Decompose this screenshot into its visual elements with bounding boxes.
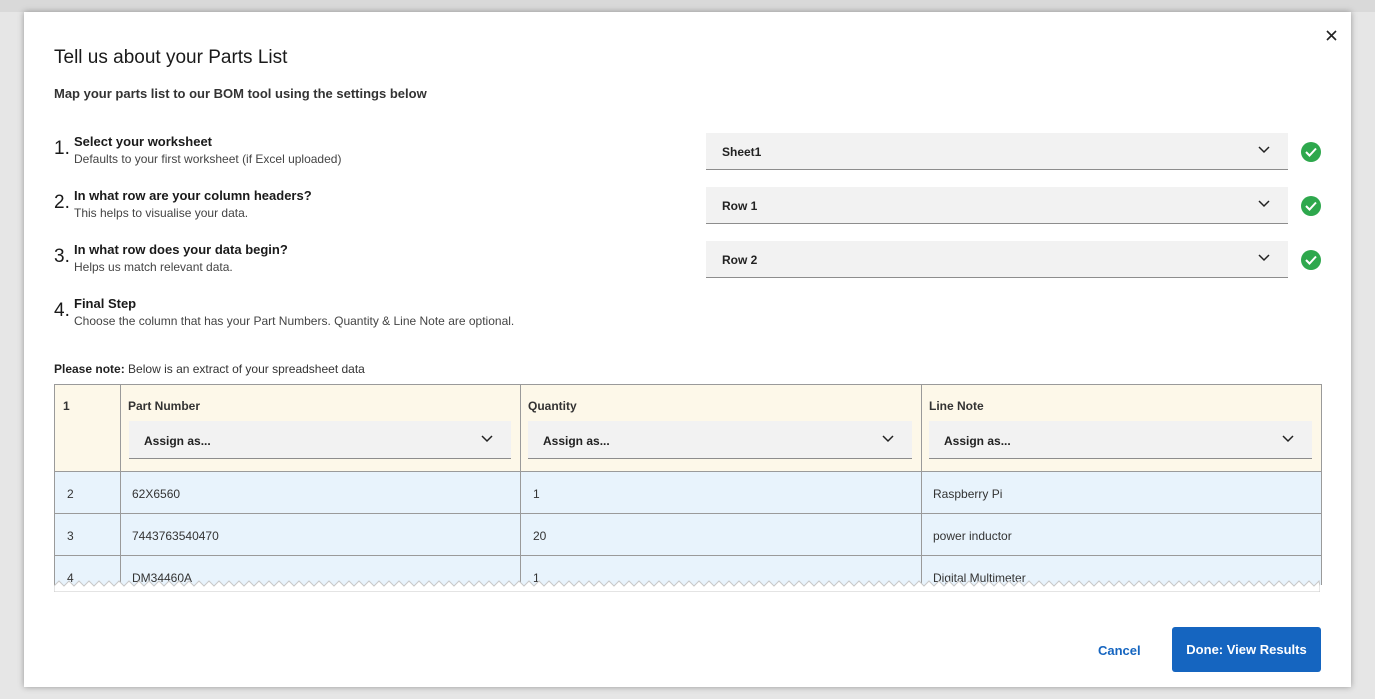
table-row: 3 7443763540470 20 power inductor (55, 514, 1321, 556)
step-title: Select your worksheet (74, 134, 212, 149)
table-truncation-edge (54, 579, 1320, 592)
header-row-number: 1 (63, 399, 70, 413)
step-number: 3. (54, 246, 70, 267)
column-label: Quantity (528, 399, 577, 413)
done-view-results-button[interactable]: Done: View Results (1172, 627, 1321, 672)
assign-select-value: Assign as... (144, 434, 211, 448)
step-number: 2. (54, 192, 70, 213)
cell-part-number: 7443763540470 (132, 529, 219, 543)
worksheet-select-value: Sheet1 (722, 145, 762, 159)
column-divider (120, 385, 121, 585)
cancel-button[interactable]: Cancel (1098, 643, 1141, 658)
assign-select-value: Assign as... (944, 434, 1011, 448)
cell-quantity: 20 (533, 529, 547, 543)
cell-line-note: Raspberry Pi (933, 487, 1003, 501)
column-divider (921, 385, 922, 585)
note-text: Below is an extract of your spreadsheet … (128, 362, 365, 376)
step-number: 4. (54, 300, 70, 321)
step-title: Final Step (74, 296, 137, 311)
dialog-subtitle: Map your parts list to our BOM tool usin… (54, 86, 427, 101)
header-row-number-cell: 1 (55, 385, 120, 471)
column-label: Part Number (128, 399, 201, 413)
header-row-select[interactable]: Row 1 (706, 187, 1288, 224)
spreadsheet-note: Please note: Below is an extract of your… (54, 362, 365, 376)
chevron-down-icon (1282, 435, 1294, 443)
assign-line-note-select[interactable]: Assign as... (929, 421, 1312, 459)
step-description: Defaults to your first worksheet (if Exc… (74, 152, 342, 166)
table-row: 2 62X6560 1 Raspberry Pi (55, 472, 1321, 514)
close-icon (1325, 30, 1337, 41)
parts-list-dialog: Tell us about your Parts List Map your p… (24, 12, 1351, 687)
step-description: This helps to visualise your data. (74, 206, 249, 220)
cell-line-note: power inductor (933, 529, 1012, 543)
column-header-quantity: Quantity Assign as... (520, 385, 921, 471)
cell-part-number: 62X6560 (132, 487, 181, 501)
chevron-down-icon (1258, 200, 1270, 208)
note-label: Please note: (54, 362, 125, 376)
check-circle-icon (1301, 142, 1321, 162)
spreadsheet-extract-table: 1 Part Number Assign as... Quantity Assi… (54, 384, 1322, 585)
column-header-part-number: Part Number Assign as... (120, 385, 520, 471)
column-header-line-note: Line Note Assign as... (921, 385, 1321, 471)
row-number: 3 (67, 529, 74, 543)
assign-quantity-select[interactable]: Assign as... (528, 421, 912, 459)
step-description: Choose the column that has your Part Num… (74, 314, 515, 328)
assign-select-value: Assign as... (543, 434, 610, 448)
chevron-down-icon (882, 435, 894, 443)
step-title: In what row are your column headers? (74, 188, 312, 203)
check-circle-icon (1301, 196, 1321, 216)
assign-part-number-select[interactable]: Assign as... (129, 421, 511, 459)
column-divider (520, 385, 521, 585)
chevron-down-icon (1258, 254, 1270, 262)
dialog-title: Tell us about your Parts List (54, 47, 288, 68)
chevron-down-icon (481, 435, 493, 443)
column-label: Line Note (929, 399, 984, 413)
step-description: Helps us match relevant data. (74, 260, 233, 274)
header-row-select-value: Row 1 (722, 199, 758, 213)
worksheet-select[interactable]: Sheet1 (706, 133, 1288, 170)
row-number: 2 (67, 487, 74, 501)
check-circle-icon (1301, 250, 1321, 270)
close-button[interactable] (1321, 24, 1341, 48)
data-start-row-select-value: Row 2 (722, 253, 758, 267)
data-start-row-select[interactable]: Row 2 (706, 241, 1288, 278)
page-backdrop (0, 0, 1375, 12)
step-title: In what row does your data begin? (74, 242, 288, 257)
cell-quantity: 1 (533, 487, 540, 501)
step-number: 1. (54, 138, 70, 159)
chevron-down-icon (1258, 146, 1270, 154)
